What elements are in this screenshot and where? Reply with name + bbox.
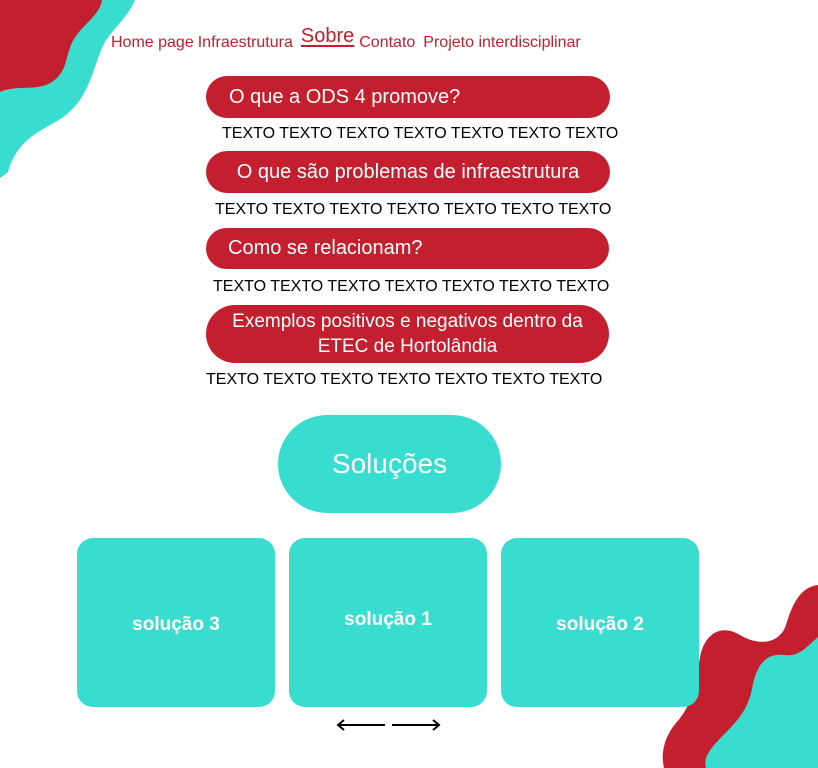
section-heading-exemplos: Exemplos positivos e negativos dentro da… [206,305,609,363]
solution-card-1[interactable]: solução 1 [289,538,487,707]
arrow-right-icon[interactable] [390,716,442,734]
solution-card-label: solução 3 [132,613,220,635]
section-body-text: TEXTO TEXTO TEXTO TEXTO TEXTO TEXTO TEXT… [206,371,603,388]
section-heading-line-2: ETEC de Hortolândia [317,336,498,357]
nav-link-sobre[interactable]: Sobre [301,25,354,48]
top-navigation: Home page Infraestrutura Sobre Contato P… [111,24,581,52]
section-heading-text: Como se relacionam? [228,237,423,259]
section-heading-text: O que são problemas de infraestrutura [236,160,580,183]
nav-link-contato[interactable]: Contato [359,34,415,52]
solutions-title-text: Soluções [331,448,448,479]
arrow-left-icon[interactable] [335,716,387,734]
solution-card-3[interactable]: solução 3 [77,538,275,707]
solution-card-label: solução 2 [556,613,644,635]
section-heading-line-1: Exemplos positivos e negativos dentro da [232,311,583,332]
nav-link-projeto-interdisciplinar[interactable]: Projeto interdisciplinar [423,34,580,52]
nav-link-infraestrutura[interactable]: Infraestrutura [198,34,293,52]
section-heading-ods4: O que a ODS 4 promove? [206,76,610,118]
section-heading-relacionam: Como se relacionam? [206,228,609,269]
section-body-text: TEXTO TEXTO TEXTO TEXTO TEXTO TEXTO TEXT… [222,125,619,142]
section-heading-text: O que a ODS 4 promove? [229,85,461,108]
section-body-text: TEXTO TEXTO TEXTO TEXTO TEXTO TEXTO TEXT… [213,278,610,295]
solution-card-2[interactable]: solução 2 [501,538,699,707]
section-body-text: TEXTO TEXTO TEXTO TEXTO TEXTO TEXTO TEXT… [215,201,612,218]
section-heading-infraestrutura: O que são problemas de infraestrutura [206,151,610,193]
solution-card-label: solução 1 [344,608,432,630]
nav-link-home[interactable]: Home page [111,34,194,52]
solutions-title: Soluções [278,415,501,513]
